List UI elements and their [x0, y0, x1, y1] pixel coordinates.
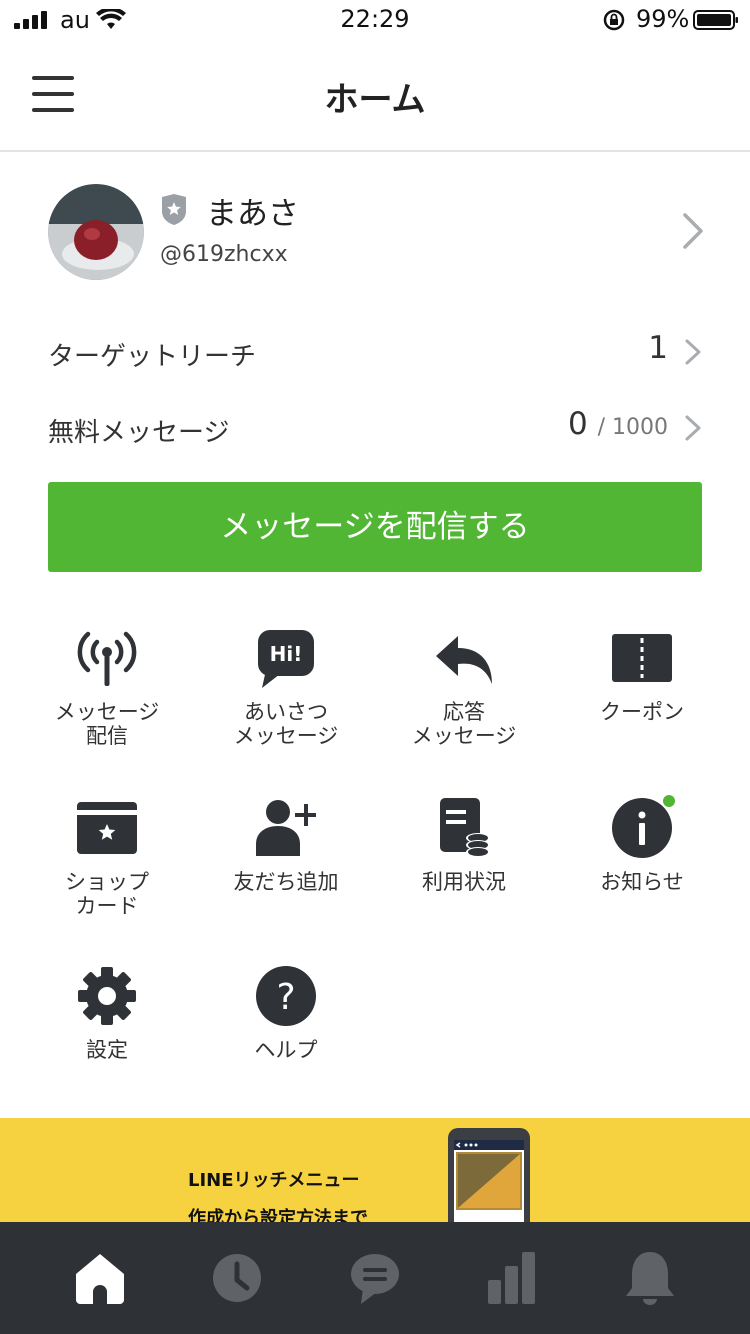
- page-title: ホーム: [324, 80, 426, 120]
- svg-text:?: ?: [276, 977, 295, 1018]
- add-friend-icon: [256, 800, 316, 856]
- shop-card-icon: [77, 802, 137, 854]
- menu-coupon[interactable]: クーポン: [562, 628, 722, 778]
- clock-icon[interactable]: [207, 1250, 267, 1306]
- chevron-right-icon: [685, 339, 701, 365]
- svg-text:Hi!: Hi!: [270, 642, 303, 666]
- reply-icon: [436, 636, 492, 684]
- battery-icon: [693, 10, 738, 30]
- menu-settings[interactable]: 設定: [27, 966, 187, 1116]
- menu-label: ショップ カード: [65, 870, 149, 918]
- nav-header: ホーム: [0, 40, 750, 152]
- target-reach-row[interactable]: ターゲットリーチ 1: [48, 322, 702, 382]
- free-message-value: 0 / 1000: [568, 406, 668, 442]
- menu-message-broadcast[interactable]: メッセージ 配信: [27, 628, 187, 778]
- menu-label: ヘルプ: [254, 1038, 318, 1062]
- free-message-label: 無料メッセージ: [48, 418, 230, 448]
- menu-label: 友だち追加: [233, 870, 339, 894]
- gear-icon: [78, 967, 136, 1025]
- stats-icon[interactable]: [482, 1250, 542, 1306]
- profile-name: まあさ: [206, 196, 299, 232]
- menu-label: あいさつ メッセージ: [233, 700, 339, 748]
- free-message-limit: / 1000: [597, 415, 668, 440]
- menu-auto-reply[interactable]: 応答 メッセージ: [384, 628, 544, 778]
- menu-help[interactable]: ? ヘルプ: [206, 966, 366, 1116]
- rotation-lock-icon: [603, 9, 625, 31]
- menu-label: 応答 メッセージ: [411, 700, 517, 748]
- free-message-row[interactable]: 無料メッセージ 0 / 1000: [48, 398, 702, 458]
- menu-greeting-message[interactable]: Hi! あいさつ メッセージ: [206, 628, 366, 778]
- help-icon: ?: [256, 966, 316, 1026]
- chevron-right-icon: [685, 415, 701, 441]
- menu-notifications[interactable]: お知らせ: [562, 795, 722, 948]
- usage-icon: [440, 798, 490, 857]
- chevron-right-icon: [683, 213, 703, 249]
- broadcast-icon: [77, 631, 137, 686]
- hi-bubble-icon: Hi!: [258, 630, 314, 688]
- status-bar: au 22:29 99%: [0, 0, 750, 40]
- bottom-tab-bar: [0, 1222, 750, 1334]
- menu-add-friend[interactable]: 友だち追加: [206, 798, 366, 948]
- profile-id: @619zhcxx: [160, 242, 288, 267]
- banner-title: LINEリッチメニュー: [188, 1170, 360, 1191]
- menu-label: クーポン: [600, 700, 684, 724]
- shield-badge-icon: [162, 194, 186, 225]
- menu-label: 利用状況: [422, 870, 506, 894]
- battery-percent: 99%: [636, 5, 690, 33]
- target-reach-value: 1: [648, 330, 668, 366]
- phone-illustration-icon: [448, 1128, 530, 1222]
- bell-icon[interactable]: [620, 1250, 680, 1306]
- chat-icon[interactable]: [345, 1250, 405, 1306]
- menu-shop-card[interactable]: ショップ カード: [27, 798, 187, 948]
- send-message-button[interactable]: メッセージを配信する: [48, 482, 702, 572]
- target-reach-label: ターゲットリーチ: [48, 342, 257, 372]
- home-icon[interactable]: [70, 1250, 130, 1306]
- menu-label: メッセージ 配信: [54, 700, 160, 748]
- avatar: [48, 184, 144, 280]
- profile-row[interactable]: まあさ @619zhcxx: [0, 180, 750, 284]
- menu-usage[interactable]: 利用状況: [384, 798, 544, 948]
- menu-label: お知らせ: [600, 870, 684, 894]
- unread-dot-icon: [663, 795, 675, 807]
- rich-menu-banner[interactable]: LINEリッチメニュー 作成から設定方法まで: [0, 1118, 750, 1222]
- coupon-icon: [612, 634, 672, 682]
- banner-subtitle: 作成から設定方法まで: [188, 1208, 368, 1222]
- menu-label: 設定: [86, 1038, 128, 1062]
